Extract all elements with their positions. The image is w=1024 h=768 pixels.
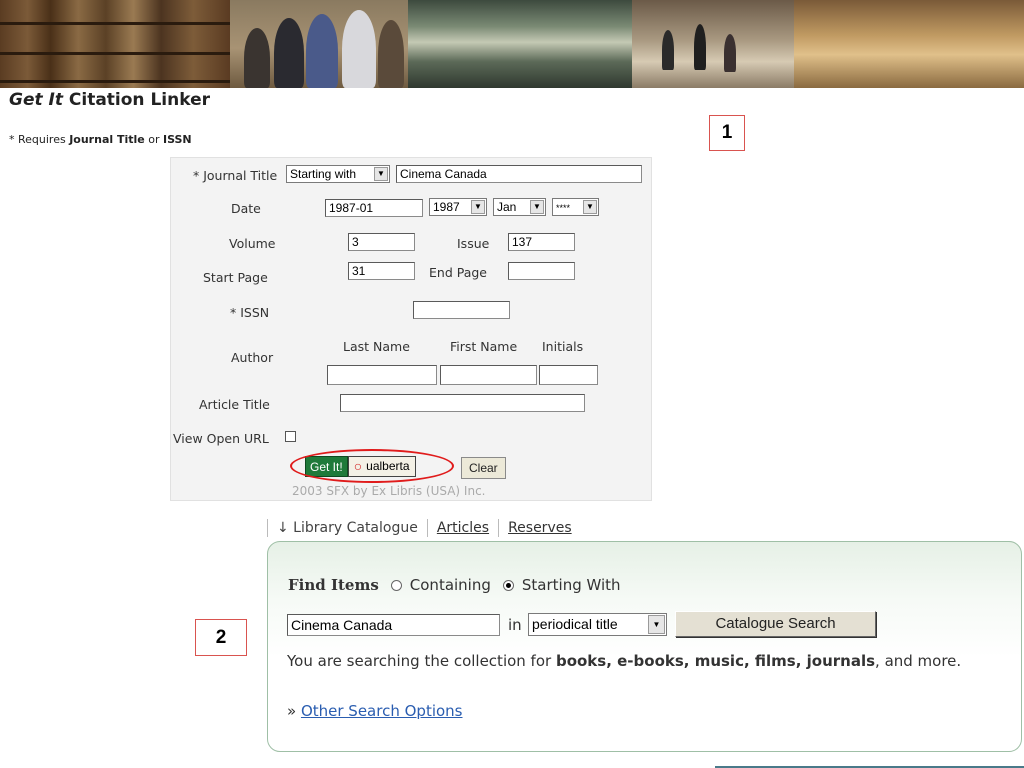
last-name-input[interactable] <box>327 365 437 385</box>
date-input[interactable] <box>325 199 423 217</box>
catalogue-search-button[interactable]: Catalogue Search <box>675 611 876 637</box>
containing-label: Containing <box>409 576 491 594</box>
banner-photo-atrium <box>408 0 632 88</box>
banner-photo-courtyard <box>794 0 1024 88</box>
header-banner <box>0 0 1024 88</box>
tab-reserves[interactable]: Reserves <box>508 520 572 536</box>
search-tabs: ↓ Library Catalogue Articles Reserves <box>267 519 572 537</box>
containing-radio[interactable] <box>390 579 402 591</box>
journal-title-input[interactable] <box>396 165 642 183</box>
start-page-label: Start Page <box>203 270 268 285</box>
catalogue-search-input[interactable] <box>287 614 500 636</box>
end-page-input[interactable] <box>508 262 575 280</box>
find-items-row: Find Items Containing Starting With <box>288 576 621 594</box>
find-items-label: Find Items <box>288 576 379 594</box>
view-open-url-checkbox[interactable] <box>285 431 296 442</box>
view-open-url-label: View Open URL <box>173 431 269 446</box>
volume-label: Volume <box>229 236 276 251</box>
volume-input[interactable] <box>348 233 415 251</box>
chevron-down-icon: ▼ <box>530 200 544 214</box>
copyright-note: 2003 SFX by Ex Libris (USA) Inc. <box>292 484 486 498</box>
issue-label: Issue <box>457 236 490 251</box>
clear-button[interactable]: Clear <box>461 457 506 479</box>
last-name-label: Last Name <box>343 339 410 354</box>
starting-with-label: Starting With <box>521 576 621 594</box>
banner-photo-library-shelves <box>0 0 230 88</box>
end-page-label: End Page <box>429 265 487 280</box>
catalogue-search-box <box>267 541 1022 752</box>
in-label: in <box>508 616 522 634</box>
tab-articles[interactable]: Articles <box>437 520 489 536</box>
search-description: You are searching the collection for boo… <box>287 652 962 670</box>
starting-with-radio[interactable] <box>502 579 514 591</box>
first-name-label: First Name <box>450 339 518 354</box>
date-label: Date <box>231 201 261 216</box>
highlight-oval <box>290 449 454 483</box>
other-search-options-link[interactable]: Other Search Options <box>301 702 463 720</box>
requirements-note: * Requires Journal Title or ISSN <box>9 133 192 146</box>
issn-input[interactable] <box>413 301 510 319</box>
issn-label: * ISSN <box>230 305 270 320</box>
initials-input[interactable] <box>539 365 598 385</box>
article-title-label: Article Title <box>199 397 270 412</box>
month-select[interactable]: Jan ▼ <box>493 198 546 216</box>
chevron-down-icon: ▼ <box>374 167 388 181</box>
chevron-down-icon: ▼ <box>648 615 665 634</box>
first-name-input[interactable] <box>440 365 537 385</box>
callout-2: 2 <box>195 619 247 656</box>
author-label: Author <box>231 350 274 365</box>
banner-photo-steps <box>632 0 794 88</box>
chevron-down-icon: ▼ <box>583 200 597 214</box>
year-select[interactable]: 1987 ▼ <box>429 198 487 216</box>
tab-library-catalogue[interactable]: ↓ Library Catalogue <box>277 520 418 536</box>
issue-input[interactable] <box>508 233 575 251</box>
banner-photo-students <box>230 0 408 88</box>
initials-label: Initials <box>542 339 584 354</box>
article-title-input[interactable] <box>340 394 585 412</box>
callout-1: 1 <box>709 115 745 151</box>
other-search-options: » Other Search Options <box>287 702 463 720</box>
start-page-input[interactable] <box>348 262 415 280</box>
day-select[interactable]: **** ▼ <box>552 198 599 216</box>
journal-title-label: * Journal Title <box>193 168 278 183</box>
journal-match-select[interactable]: Starting with ▼ <box>286 165 390 183</box>
search-field-select[interactable]: periodical title ▼ <box>528 613 667 636</box>
page-title: Get It Citation Linker <box>9 90 210 110</box>
chevron-down-icon: ▼ <box>471 200 485 214</box>
